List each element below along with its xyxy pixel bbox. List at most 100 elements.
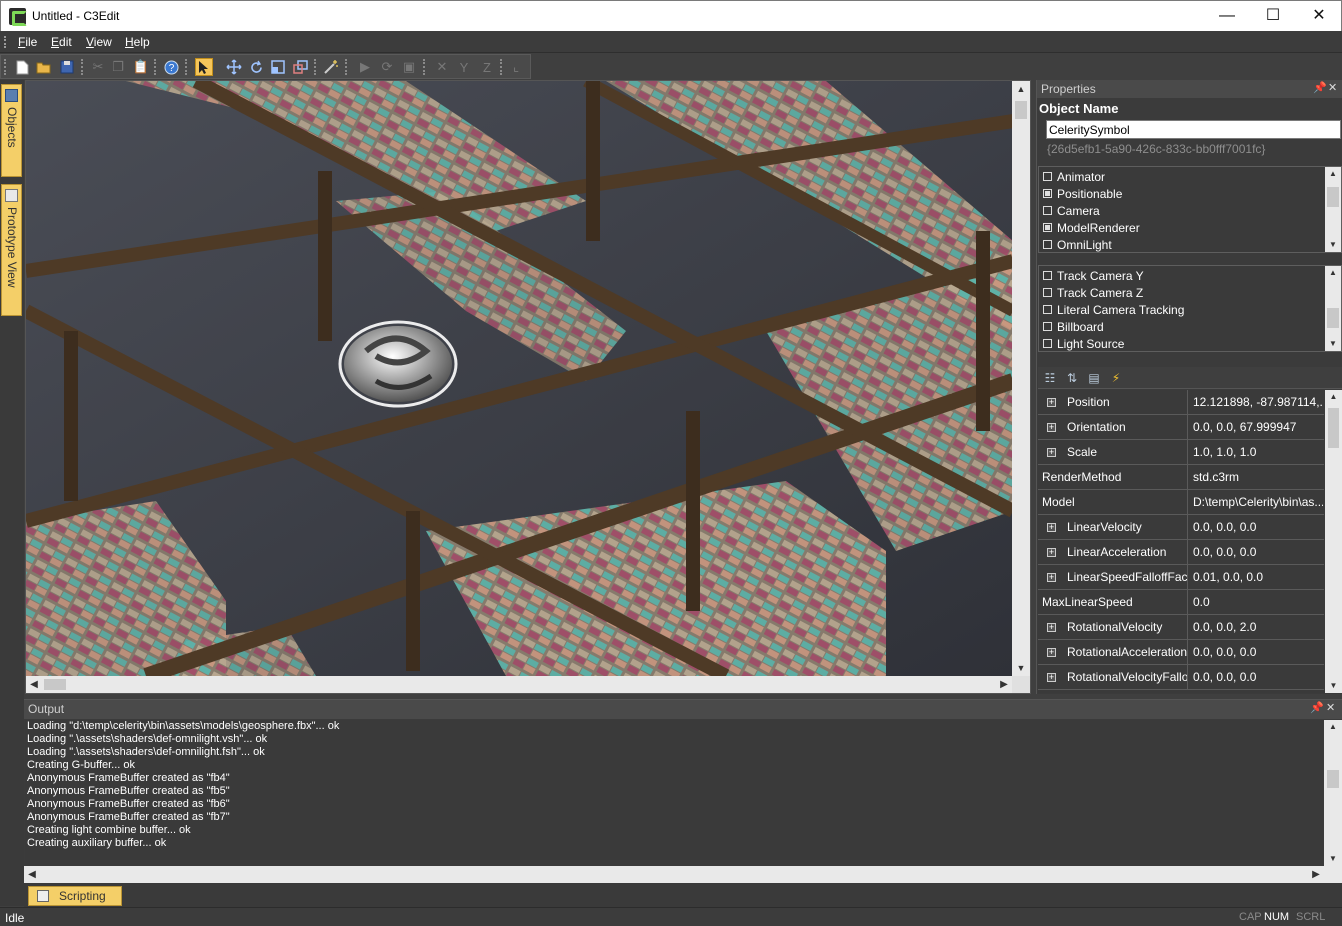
scroll-up-icon[interactable]: ▲ — [1012, 81, 1030, 97]
property-value[interactable]: 0.0, 0.0, 0.0 — [1189, 665, 1323, 689]
property-grid-scrollbar[interactable]: ▲ ▼ — [1325, 390, 1342, 693]
property-value[interactable]: 0.0, 0.0, 2.0 — [1189, 615, 1323, 639]
scroll-thumb[interactable] — [1327, 187, 1339, 207]
checkbox[interactable] — [1043, 189, 1052, 198]
property-value[interactable]: std.c3rm — [1189, 465, 1323, 489]
property-row[interactable]: + Orientation 0.0, 0.0, 67.999947 — [1038, 415, 1324, 440]
scroll-down-icon[interactable]: ▼ — [1325, 238, 1341, 252]
object-name-input[interactable] — [1046, 120, 1341, 139]
property-value[interactable]: 0.0, 0.0, 0.0 — [1189, 640, 1323, 664]
menu-grip[interactable] — [4, 36, 6, 48]
scroll-up-icon[interactable]: ▲ — [1325, 266, 1341, 280]
menu-view[interactable]: View — [86, 35, 112, 49]
open-folder-icon[interactable] — [35, 58, 53, 76]
viewport-vertical-scrollbar[interactable]: ▲ ▼ — [1012, 81, 1030, 676]
minimize-button[interactable]: — — [1204, 1, 1250, 31]
component-positionable[interactable]: Positionable — [1043, 185, 1122, 202]
scroll-up-icon[interactable]: ▲ — [1325, 390, 1342, 404]
property-value[interactable]: 0.0 — [1189, 590, 1323, 614]
checkbox[interactable] — [1043, 288, 1052, 297]
scroll-thumb[interactable] — [1015, 101, 1027, 119]
property-value[interactable]: 0.0, 0.0, 0.0 — [1189, 515, 1323, 539]
output-log[interactable]: Loading "d:\temp\celerity\bin\assets\mod… — [25, 720, 1323, 866]
flag-literal-camera-tracking[interactable]: Literal Camera Tracking — [1043, 301, 1184, 318]
components-scrollbar[interactable]: ▲ ▼ — [1325, 167, 1341, 252]
property-row[interactable]: + LinearVelocity 0.0, 0.0, 0.0 — [1038, 515, 1324, 540]
events-icon[interactable]: ⚡ — [1108, 370, 1124, 386]
scroll-right-icon[interactable]: ▶ — [996, 676, 1012, 693]
property-row[interactable]: RenderMethod std.c3rm — [1038, 465, 1324, 490]
checkbox[interactable] — [1043, 322, 1052, 331]
select-arrow-icon[interactable] — [195, 58, 213, 76]
scroll-down-icon[interactable]: ▼ — [1324, 852, 1342, 866]
magic-wand-icon[interactable] — [322, 58, 340, 76]
checkbox[interactable] — [1043, 240, 1052, 249]
component-omnilight[interactable]: OmniLight — [1043, 236, 1112, 253]
property-row[interactable]: + Scale 1.0, 1.0, 1.0 — [1038, 440, 1324, 465]
pin-icon[interactable]: 📌 — [1310, 701, 1324, 714]
scroll-up-icon[interactable]: ▲ — [1325, 167, 1341, 181]
scroll-up-icon[interactable]: ▲ — [1324, 720, 1342, 734]
cut-icon[interactable]: ✂ — [89, 58, 107, 76]
z-axis-icon[interactable]: Z — [478, 58, 496, 76]
scroll-left-icon[interactable]: ◀ — [24, 866, 40, 883]
tab-objects[interactable]: Objects — [1, 84, 22, 177]
scale-icon[interactable] — [269, 58, 287, 76]
tab-scripting[interactable]: Scripting — [28, 886, 122, 906]
scroll-down-icon[interactable]: ▼ — [1012, 660, 1030, 676]
menu-file[interactable]: File — [18, 35, 37, 49]
checkbox[interactable] — [1043, 223, 1052, 232]
property-row[interactable]: + RotationalAcceleration 0.0, 0.0, 0.0 — [1038, 640, 1324, 665]
property-pages-icon[interactable]: ▤ — [1086, 370, 1102, 386]
output-vertical-scrollbar[interactable]: ▲ ▼ — [1324, 720, 1342, 866]
scroll-down-icon[interactable]: ▼ — [1325, 679, 1342, 693]
checkbox[interactable] — [1043, 339, 1052, 348]
property-value[interactable]: D:\temp\Celerity\bin\as... — [1189, 490, 1323, 514]
checkbox[interactable] — [1043, 305, 1052, 314]
menu-help[interactable]: Help — [125, 35, 150, 49]
tab-prototype-view[interactable]: Prototype View — [1, 184, 22, 316]
flag-billboard[interactable]: Billboard — [1043, 318, 1104, 335]
save-icon[interactable] — [58, 58, 76, 76]
move-icon[interactable] — [225, 58, 243, 76]
categorized-icon[interactable]: ☷ — [1042, 370, 1058, 386]
property-row[interactable]: MaxLinearSpeed 0.0 — [1038, 590, 1324, 615]
components-checklist[interactable]: Animator Positionable Camera ModelRender… — [1038, 166, 1342, 253]
menu-edit[interactable]: Edit — [51, 35, 72, 49]
property-value[interactable]: 0.01, 0.0, 0.0 — [1189, 565, 1323, 589]
flag-light-source[interactable]: Light Source — [1043, 335, 1124, 352]
stop-icon[interactable]: ⟳ — [378, 58, 396, 76]
property-row[interactable]: Model D:\temp\Celerity\bin\as... — [1038, 490, 1324, 515]
x-axis-icon[interactable]: ✕ — [433, 58, 451, 76]
property-grid[interactable]: + Position 12.121898, -87.987114,... + Orien… — [1038, 390, 1342, 693]
scroll-left-icon[interactable]: ◀ — [26, 676, 42, 693]
flags-scrollbar[interactable]: ▲ ▼ — [1325, 266, 1341, 351]
component-animator[interactable]: Animator — [1043, 168, 1105, 185]
close-panel-icon[interactable]: ✕ — [1328, 81, 1337, 94]
scale-nonuniform-icon[interactable] — [291, 58, 309, 76]
scene-viewport[interactable]: ▲ ▼ ◀ ▶ — [25, 80, 1031, 694]
toolbar-grip[interactable] — [4, 59, 6, 75]
checkbox[interactable] — [1043, 206, 1052, 215]
copy-icon[interactable]: ❐ — [109, 58, 127, 76]
flags-checklist[interactable]: Track Camera Y Track Camera Z Literal Ca… — [1038, 265, 1342, 352]
pause-icon[interactable]: ▣ — [400, 58, 418, 76]
scroll-thumb[interactable] — [1327, 308, 1339, 328]
help-icon[interactable]: ? — [162, 58, 180, 76]
component-modelrenderer[interactable]: ModelRenderer — [1043, 219, 1140, 236]
scene-render[interactable] — [26, 81, 1013, 676]
property-row[interactable]: + LinearSpeedFalloffFac... 0.01, 0.0, 0.0 — [1038, 565, 1324, 590]
property-value[interactable]: 1.0, 1.0, 1.0 — [1189, 440, 1323, 464]
y-axis-icon[interactable]: Y — [455, 58, 473, 76]
paste-icon[interactable]: 📋 — [132, 58, 150, 76]
scroll-thumb[interactable] — [1328, 408, 1339, 448]
property-row[interactable]: + LinearAcceleration 0.0, 0.0, 0.0 — [1038, 540, 1324, 565]
flag-track-camera-z[interactable]: Track Camera Z — [1043, 284, 1143, 301]
close-panel-icon[interactable]: ✕ — [1326, 701, 1335, 714]
scroll-thumb[interactable] — [1327, 770, 1339, 788]
snap-icon[interactable]: ⌞ — [507, 58, 525, 76]
property-row[interactable]: + Position 12.121898, -87.987114,... — [1038, 390, 1324, 415]
scroll-right-icon[interactable]: ▶ — [1308, 866, 1324, 883]
maximize-button[interactable]: ☐ — [1250, 1, 1296, 31]
scroll-thumb[interactable] — [44, 679, 66, 690]
